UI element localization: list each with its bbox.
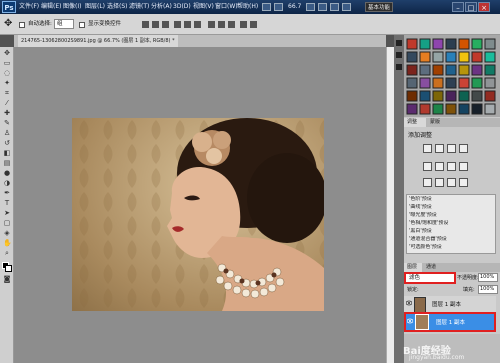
menu-image[interactable]: 图像(I) — [63, 2, 81, 12]
zoom-tool-icon[interactable]: ⌕ — [3, 250, 11, 257]
gradient-tool-icon[interactable]: ▤ — [3, 160, 11, 167]
auto-select-dropdown[interactable]: 组 — [54, 19, 74, 29]
dodge-tool-icon[interactable]: ◑ — [3, 180, 11, 187]
photoshop-logo: Ps — [2, 1, 16, 13]
lock-label: 锁定: — [407, 287, 419, 293]
visibility-eye-icon[interactable] — [406, 318, 414, 324]
layer-thumbnail — [415, 314, 429, 330]
quick-mask-icon[interactable]: ◙ — [3, 276, 11, 283]
layer-name: 图层 1 副本 — [436, 320, 465, 326]
layer-thumbnail — [414, 297, 426, 313]
arrange-documents-icon[interactable] — [330, 3, 339, 11]
document-image[interactable] — [72, 118, 324, 311]
document-tab[interactable]: 214765-130628002S9891.jpg @ 66.7% (图层 1 … — [18, 35, 178, 47]
menu-analysis[interactable]: 分析(A) — [151, 2, 172, 12]
gradient-map-icon[interactable] — [459, 178, 468, 187]
hand-tool-icon[interactable]: ✋ — [3, 240, 12, 247]
screen-mode-icon[interactable] — [342, 3, 351, 11]
vibrance-icon[interactable] — [423, 162, 432, 171]
fill-field[interactable]: 100% — [478, 285, 498, 294]
menu-edit[interactable]: 编辑(E) — [41, 2, 61, 12]
swatches-panel — [404, 35, 500, 117]
show-transform-checkbox[interactable] — [79, 22, 85, 28]
blur-tool-icon[interactable]: ● — [3, 170, 11, 177]
adjustments-title: 添加调整 — [408, 132, 433, 139]
blend-mode-dropdown[interactable]: 滤色 — [404, 272, 456, 284]
mini-bridge-icon[interactable] — [274, 3, 283, 11]
preset-curves[interactable]: '曲线'预设 — [409, 204, 487, 211]
posterize-icon[interactable] — [435, 178, 444, 187]
menu-filter[interactable]: 滤镜(T) — [129, 2, 149, 12]
color-balance-icon[interactable] — [447, 162, 456, 171]
levels-icon[interactable] — [435, 144, 444, 153]
show-transform-label: 显示变换控件 — [88, 21, 122, 27]
pen-tool-icon[interactable]: ✒ — [3, 190, 11, 197]
brush-tool-icon[interactable]: ✎ — [3, 120, 11, 127]
fill-label: 填充: — [463, 287, 475, 293]
healing-brush-icon[interactable]: ✚ — [3, 110, 11, 117]
background-color-swatch[interactable] — [5, 265, 12, 272]
eraser-tool-icon[interactable]: ◧ — [3, 150, 11, 157]
bridge-icon[interactable] — [262, 3, 271, 11]
menu-file[interactable]: 文件(F) — [19, 2, 39, 12]
opacity-field[interactable]: 100% — [478, 273, 498, 282]
layer-name: 图层 1 副本 — [432, 302, 461, 308]
tab-adjustments[interactable]: 调整 — [404, 118, 426, 127]
preset-levels[interactable]: '色阶'预设 — [409, 196, 487, 203]
eyedropper-icon[interactable]: ⁄ — [3, 100, 11, 107]
history-brush-icon[interactable]: ↺ — [3, 140, 11, 147]
magic-wand-icon[interactable]: ✦ — [3, 80, 11, 87]
black-white-icon[interactable] — [459, 162, 468, 171]
brightness-icon[interactable] — [423, 144, 432, 153]
3d-rotate-icon[interactable]: ◈ — [3, 230, 11, 237]
preset-selective-color[interactable]: '可选颜色'预设 — [409, 244, 487, 251]
threshold-icon[interactable] — [447, 178, 456, 187]
zoom-level[interactable]: 66.7 — [288, 2, 301, 12]
clone-stamp-icon[interactable]: ♙ — [3, 130, 11, 137]
panel-icon-c[interactable] — [396, 64, 402, 70]
panel-icon-a[interactable] — [396, 40, 402, 46]
type-tool-icon[interactable]: T — [3, 200, 11, 207]
panel-icon-b[interactable] — [396, 52, 402, 58]
path-select-icon[interactable]: ➤ — [3, 210, 11, 217]
shape-tool-icon[interactable]: ▢ — [3, 220, 11, 227]
move-tool-icon[interactable]: ✥ — [3, 50, 11, 57]
hand-tool-icon[interactable] — [306, 3, 315, 11]
align-buttons — [140, 19, 260, 30]
close-button[interactable]: × — [478, 2, 490, 12]
invert-icon[interactable] — [423, 178, 432, 187]
menu-window[interactable]: 窗口(W) — [215, 2, 238, 12]
menu-layer[interactable]: 图层(L) — [85, 2, 105, 12]
preset-black-white[interactable]: '黑白'预设 — [409, 228, 487, 235]
move-tool-icon[interactable]: ✥ — [4, 18, 16, 30]
collapsed-panel-strip — [394, 35, 404, 363]
tab-masks[interactable]: 蒙版 — [427, 118, 449, 127]
curves-icon[interactable] — [447, 144, 456, 153]
opacity-label: 不透明度: — [457, 275, 479, 281]
watermark-url: jingyan.baidu.com — [409, 354, 465, 361]
menu-view[interactable]: 视图(V) — [193, 2, 214, 12]
marquee-tool-icon[interactable]: ▭ — [3, 60, 11, 67]
vertical-scrollbar[interactable] — [386, 47, 394, 363]
lasso-tool-icon[interactable]: ◌ — [3, 70, 11, 77]
menu-help[interactable]: 帮助(H) — [237, 2, 258, 12]
auto-select-label: 自动选择: — [28, 21, 52, 27]
auto-select-checkbox[interactable] — [19, 22, 25, 28]
preset-channel-mixer[interactable]: '通道混合器'预设 — [409, 236, 487, 243]
tab-layers[interactable]: 图层 — [404, 263, 422, 272]
tab-channels[interactable]: 通道 — [423, 263, 441, 272]
menu-select[interactable]: 选择(S) — [107, 2, 128, 12]
preset-hue-saturation[interactable]: '色相/饱和度'预设 — [409, 220, 487, 227]
crop-tool-icon[interactable]: ⌗ — [3, 90, 11, 97]
minimize-button[interactable]: – — [452, 2, 464, 12]
preset-exposure[interactable]: '曝光度'预设 — [409, 212, 487, 219]
maximize-button[interactable]: □ — [465, 2, 477, 12]
visibility-eye-icon[interactable] — [405, 300, 413, 306]
exposure-icon[interactable] — [459, 144, 468, 153]
workspace-button[interactable]: 基本功能 — [365, 2, 393, 12]
menu-3d[interactable]: 3D(D) — [173, 2, 191, 12]
zoom-tool-icon[interactable] — [318, 3, 327, 11]
hue-saturation-icon[interactable] — [435, 162, 444, 171]
